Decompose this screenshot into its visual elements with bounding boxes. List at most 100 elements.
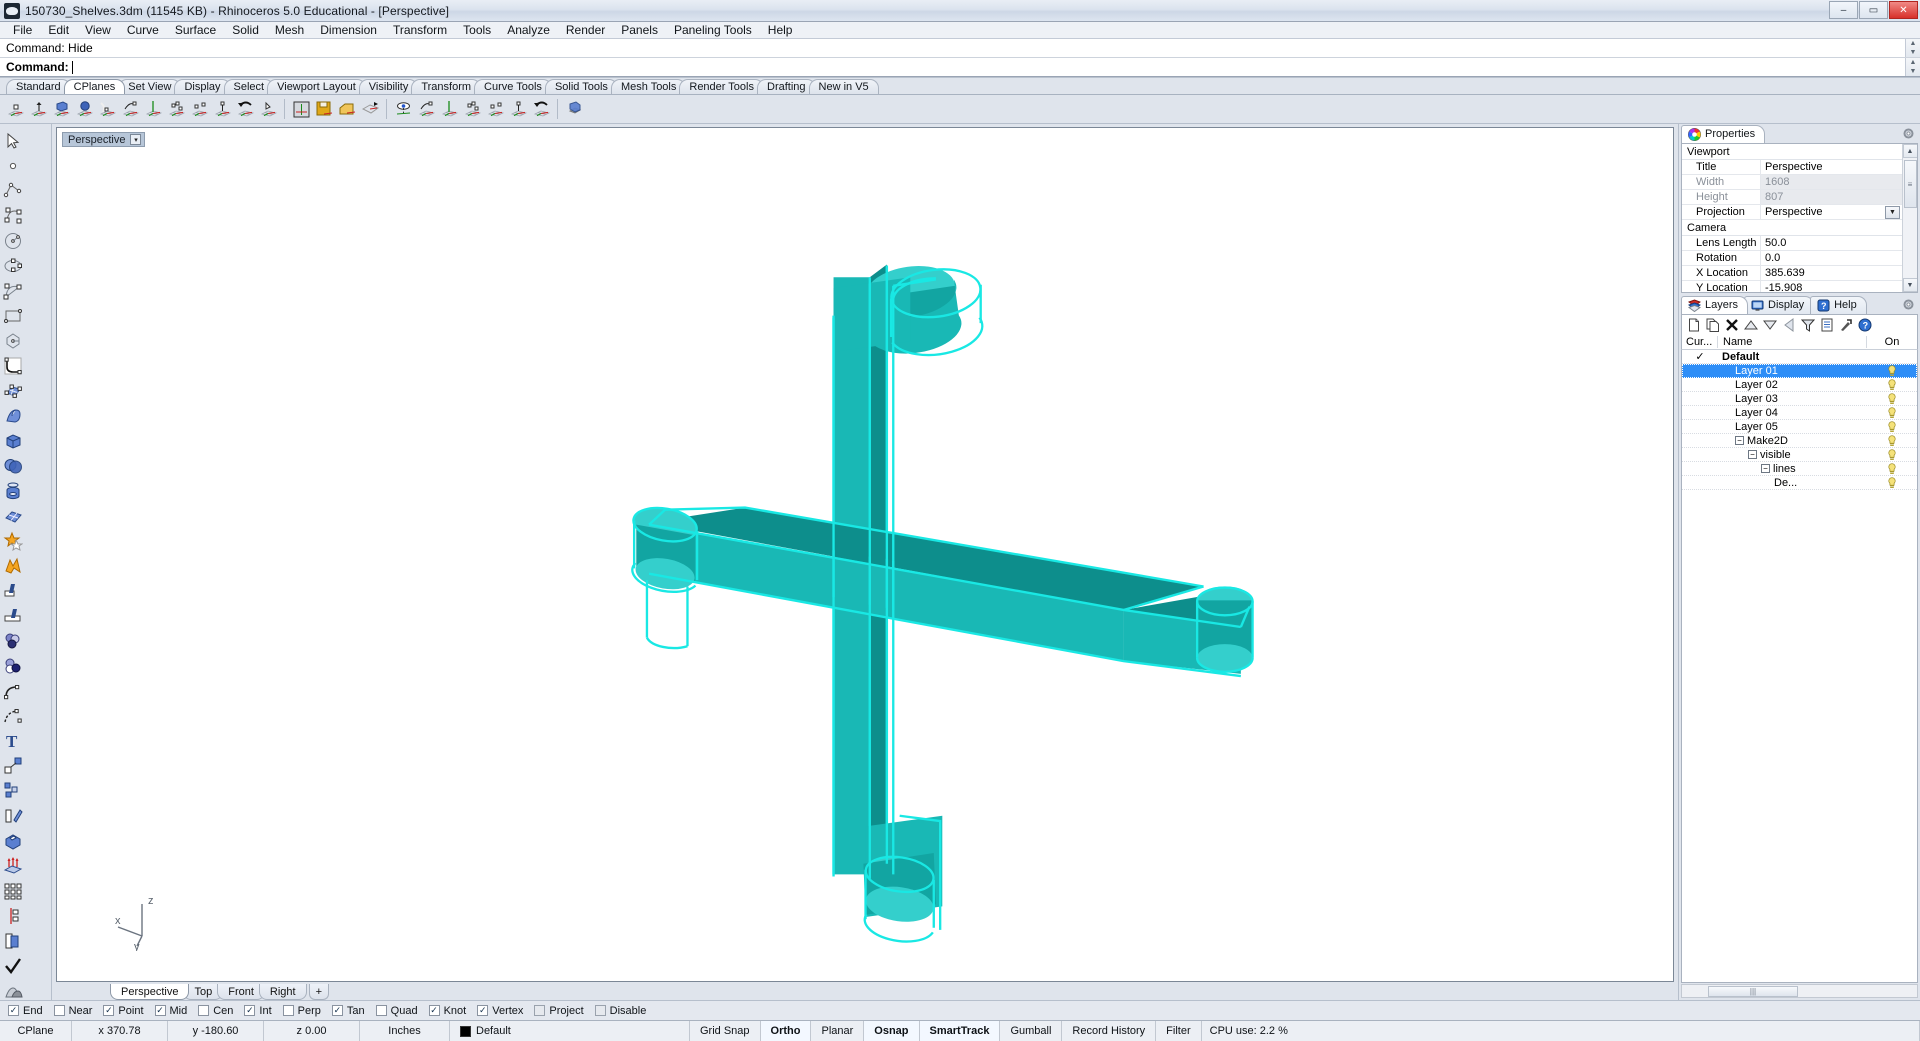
menu-surface[interactable]: Surface [167, 22, 224, 39]
lightbulb-icon[interactable] [1887, 462, 1897, 475]
layer-visibility-cell[interactable] [1867, 434, 1917, 447]
menu-file[interactable]: File [5, 22, 40, 39]
osnap-checkbox-tan[interactable]: ✓ [331, 1005, 343, 1016]
cylinder-icon[interactable] [0, 478, 26, 503]
column-header-on[interactable]: On [1867, 336, 1917, 348]
boolean-difference-icon[interactable] [0, 553, 26, 578]
layer-row[interactable]: Layer 02 [1682, 378, 1917, 392]
lightbulb-icon[interactable] [1887, 448, 1897, 461]
osnap-mid[interactable]: ✓ Mid [154, 1005, 187, 1017]
point-icon[interactable] [0, 153, 26, 178]
maximize-button[interactable]: ▭ [1859, 1, 1888, 19]
status-units[interactable]: Inches [360, 1021, 450, 1041]
lightbulb-icon[interactable] [1887, 364, 1897, 377]
scroll-up-arrow[interactable]: ▲ [1902, 144, 1917, 158]
scroll-down-arrow[interactable]: ▼ [1902, 278, 1917, 292]
layer-name-cell[interactable]: Layer 05 [1718, 421, 1867, 433]
layer-visibility-cell[interactable] [1867, 378, 1917, 391]
layer-current-marker[interactable]: ✓ [1682, 350, 1718, 363]
properties-scrollbar[interactable]: ▲ ≡ ▼ [1902, 144, 1917, 292]
osnap-quad[interactable]: Quad [375, 1005, 418, 1017]
ellipse-icon[interactable] [0, 253, 26, 278]
surface-grid-icon[interactable] [0, 503, 26, 528]
move-left-icon[interactable] [1780, 317, 1797, 333]
toolbar-tab-viewport-layout[interactable]: Viewport Layout [267, 79, 366, 94]
scroll-up-icon[interactable]: ▲ [1910, 39, 1917, 48]
menu-edit[interactable]: Edit [40, 22, 77, 39]
osnap-tan[interactable]: ✓ Tan [331, 1005, 365, 1017]
layer-row[interactable]: Layer 04 [1682, 406, 1917, 420]
copy-icon[interactable] [0, 928, 26, 953]
menu-tools[interactable]: Tools [455, 22, 499, 39]
lightbulb-icon[interactable] [1887, 434, 1897, 447]
perspective-viewport[interactable]: Perspective ▾ .e { stroke:#19e8e4; strok… [56, 127, 1674, 982]
osnap-point[interactable]: ✓ Point [103, 1005, 144, 1017]
command-prompt-scrollbar[interactable]: ▲ ▼ [1905, 58, 1920, 76]
layer-visibility-cell[interactable] [1867, 448, 1917, 461]
status-toggle-ortho[interactable]: Ortho [760, 1021, 812, 1041]
osnap-checkbox-int[interactable]: ✓ [244, 1005, 256, 1016]
tree-collapse-toggle[interactable]: − [1735, 436, 1744, 445]
status-current-layer[interactable]: Default [450, 1021, 690, 1041]
cplane-origin-icon[interactable] [4, 98, 26, 121]
menu-dimension[interactable]: Dimension [312, 22, 385, 39]
delete-layer-icon[interactable] [1723, 317, 1740, 333]
polygon-icon[interactable] [0, 328, 26, 353]
osnap-checkbox-disable[interactable] [594, 1005, 606, 1016]
status-cplane[interactable]: CPlane [0, 1021, 72, 1041]
minimize-button[interactable]: – [1829, 1, 1858, 19]
surface-loft-icon[interactable] [0, 403, 26, 428]
cplane-next-icon[interactable] [257, 98, 279, 121]
restore-cplane-icon[interactable] [336, 98, 358, 121]
viewport-tab-right[interactable]: Right [258, 984, 307, 1000]
menu-mesh[interactable]: Mesh [267, 22, 312, 39]
status-toggle-grid-snap[interactable]: Grid Snap [690, 1021, 761, 1041]
viewport-tab-add[interactable]: + [308, 984, 330, 1000]
menu-solid[interactable]: Solid [224, 22, 267, 39]
cplane-surface-icon[interactable] [73, 98, 95, 121]
status-toggle-smarttrack[interactable]: SmartTrack [919, 1021, 1001, 1041]
boolean-3spheres-icon[interactable] [0, 628, 26, 653]
toolbar-tab-transform[interactable]: Transform [411, 79, 482, 94]
extrude-icon[interactable] [0, 828, 26, 853]
layer-row[interactable]: − lines [1682, 462, 1917, 476]
osnap-int[interactable]: ✓ Int [244, 1005, 272, 1017]
viewport-title-menu[interactable]: Perspective ▾ [62, 132, 146, 147]
lightbulb-icon[interactable] [1887, 476, 1897, 489]
layer-row[interactable]: ✓ Default [1682, 350, 1917, 364]
osnap-checkbox-end[interactable]: ✓ [8, 1005, 19, 1016]
layer-row[interactable]: Layer 05 [1682, 420, 1917, 434]
layer-name-cell[interactable]: Layer 03 [1718, 393, 1867, 405]
toolbar-tab-drafting[interactable]: Drafting [757, 79, 816, 94]
osnap-cen[interactable]: Cen [198, 1005, 233, 1017]
lightbulb-icon[interactable] [1887, 406, 1897, 419]
scroll-down-icon[interactable]: ▼ [1910, 48, 1917, 57]
layer-name-cell[interactable]: Layer 01 [1718, 365, 1867, 377]
toolbar-tab-set-view[interactable]: Set View [118, 79, 182, 94]
arc-icon[interactable] [0, 278, 26, 303]
named-cplane-icon[interactable] [290, 98, 312, 121]
polyline-icon[interactable] [0, 178, 26, 203]
menu-paneling-tools[interactable]: Paneling Tools [666, 22, 760, 39]
cplane-set-z-icon[interactable] [211, 98, 233, 121]
move-down-icon[interactable] [1761, 317, 1778, 333]
new-layer-icon[interactable] [1685, 317, 1702, 333]
layer-name-cell[interactable]: De... [1718, 477, 1867, 489]
scroll-thumb[interactable]: ≡ [1903, 160, 1917, 208]
osnap-knot[interactable]: ✓ Knot [428, 1005, 466, 1017]
osnap-checkbox-project[interactable] [534, 1005, 546, 1016]
toolbar-tab-standard[interactable]: Standard [6, 79, 71, 94]
circle-icon[interactable] [0, 228, 26, 253]
cplane-perpendicular-curve-icon[interactable] [119, 98, 141, 121]
layer-row[interactable]: − Make2D [1682, 434, 1917, 448]
properties-icon[interactable] [1818, 317, 1835, 333]
osnap-checkbox-cen[interactable] [198, 1005, 210, 1016]
layer-row[interactable]: Layer 01 [1682, 364, 1917, 378]
toolbar-tab-render-tools[interactable]: Render Tools [679, 79, 764, 94]
tab-layers[interactable]: Layers [1681, 296, 1749, 314]
cplane-view-icon[interactable] [392, 98, 414, 121]
gear-icon[interactable] [1902, 127, 1915, 140]
layer-name-cell[interactable]: Layer 02 [1718, 379, 1867, 391]
array-up-icon[interactable] [0, 853, 26, 878]
layer-row[interactable]: Layer 03 [1682, 392, 1917, 406]
